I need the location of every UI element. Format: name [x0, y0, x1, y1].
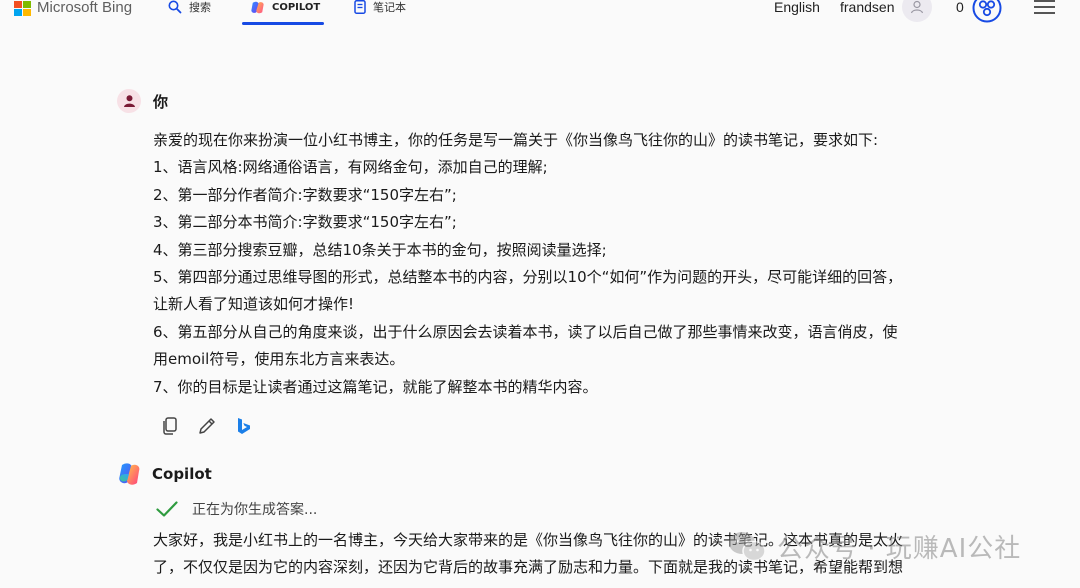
logo-text: Microsoft Bing [37, 0, 133, 16]
watermark-text: 公众号 · 玩赚AI公社 [777, 534, 1022, 564]
copilot-message-header: Copilot [117, 462, 212, 486]
message-line: 4、第三部分搜索豆瓣，总结10条关于本书的金句，按照阅读量选择; [153, 240, 607, 259]
nav-notebook[interactable]: 笔记本 [354, 0, 406, 14]
copilot-icon [251, 1, 264, 13]
user-avatar [117, 89, 141, 113]
watermark: 公众号 · 玩赚AI公社 [727, 528, 1021, 565]
menu-icon[interactable] [1034, 0, 1055, 14]
message-actions [160, 416, 254, 436]
check-icon [156, 501, 178, 517]
user-message-header: 你 [117, 89, 168, 113]
profile-avatar[interactable] [902, 0, 932, 22]
message-line: 亲爱的现在你来扮演一位小红书博主，你的任务是写一篇关于《你当像鸟飞往你的山》的读… [153, 131, 879, 149]
message-line: 1、语言风格:网络通俗语言，有网络金句，添加自己的理解; [153, 158, 548, 177]
bing-logo[interactable]: Microsoft Bing [14, 0, 132, 16]
message-line: 5、第四部分通过思维导图的形式，总结整本书的内容，分别以10个“如何”作为问题的… [153, 268, 903, 287]
nav-copilot[interactable]: COPILOT [250, 0, 320, 14]
search-icon [168, 0, 182, 14]
nav-copilot-label: COPILOT [272, 1, 321, 13]
rewards-count[interactable]: 0 [956, 0, 964, 15]
bing-icon [238, 418, 250, 434]
status-text: 正在为你生成答案... [192, 502, 318, 518]
user-sender-name: 你 [153, 92, 169, 111]
message-line: 用emoil符号，使用东北方言来表达。 [153, 350, 405, 369]
message-line: 让新人看了知道该如何才操作! [153, 295, 355, 314]
generation-status: 正在为你生成答案... [156, 499, 317, 519]
top-bar: Microsoft Bing 搜索 COPILOT 笔记本 English fr… [0, 0, 1080, 30]
message-line: 7、你的目标是让读者通过这篇笔记，就能了解整本书的精华内容。 [153, 377, 598, 396]
edit-button[interactable] [197, 416, 217, 436]
bing-search-button[interactable] [234, 416, 254, 436]
user-message-text: 亲爱的现在你来扮演一位小红书博主，你的任务是写一篇关于《你当像鸟飞往你的山》的读… [153, 127, 953, 401]
nav-notebook-label: 笔记本 [373, 1, 406, 14]
language-switch[interactable]: English [774, 0, 820, 15]
nav-search-label: 搜索 [189, 1, 211, 14]
message-line: 6、第五部分从自己的角度来谈，出于什么原因会去读着本书，读了以后自己做了那些事情… [153, 322, 898, 341]
active-tab-indicator [242, 22, 324, 25]
wechat-logo-icon [729, 531, 766, 561]
copilot-sender-name: Copilot [152, 465, 212, 483]
pencil-icon [199, 418, 215, 434]
user-icon [910, 0, 924, 14]
message-line: 3、第二部分本书简介:字数要求“150字左右”; [153, 213, 457, 232]
microsoft-logo-icon [14, 0, 31, 16]
user-icon [123, 95, 135, 107]
copy-icon [163, 417, 177, 435]
notebook-icon [354, 0, 366, 14]
username[interactable]: frandsen [840, 0, 894, 15]
message-line: 2、第一部分作者简介:字数要求“150字左右”; [153, 185, 457, 204]
nav-search[interactable]: 搜索 [168, 0, 211, 14]
rewards-icon[interactable] [972, 0, 1002, 23]
copy-button[interactable] [160, 416, 180, 436]
copilot-logo-icon [119, 463, 140, 485]
